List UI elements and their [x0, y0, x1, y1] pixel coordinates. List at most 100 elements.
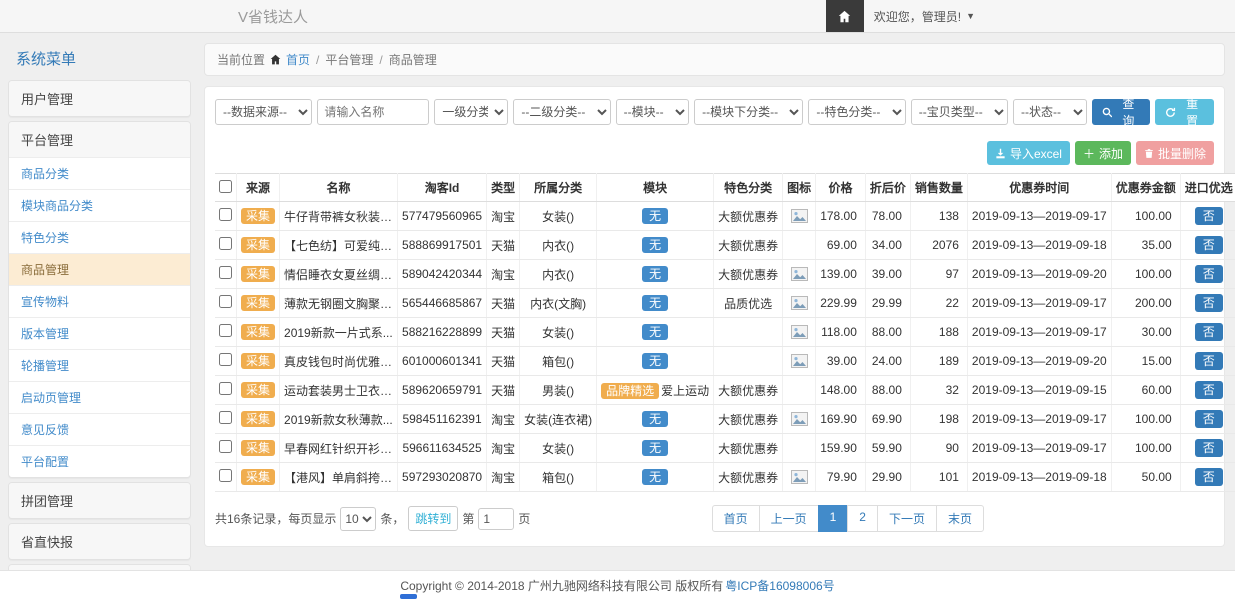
content-panel: --数据来源-- 一级分类--二级分类----模块----模块下分类----特色分…: [204, 86, 1225, 547]
import-select-button[interactable]: 否: [1195, 410, 1223, 428]
sidebar-subitem-特色分类[interactable]: 特色分类: [9, 221, 190, 253]
import-select-button[interactable]: 否: [1195, 294, 1223, 312]
import-select-button[interactable]: 否: [1195, 439, 1223, 457]
sidebar-subitem-版本管理[interactable]: 版本管理: [9, 317, 190, 349]
column-header-类型: 类型: [487, 174, 520, 202]
filter-select-feature-category[interactable]: --特色分类--: [808, 99, 905, 125]
page-button-首页[interactable]: 首页: [712, 505, 760, 532]
sidebar-menu: 用户管理平台管理商品分类模块商品分类特色分类商品管理宣传物料版本管理轮播管理启动…: [8, 80, 191, 570]
import-select-button[interactable]: 否: [1195, 236, 1223, 254]
sidebar-subitem-启动页管理[interactable]: 启动页管理: [9, 381, 190, 413]
column-header-销售数量: 销售数量: [910, 174, 967, 202]
sidebar-subitem-平台配置[interactable]: 平台配置: [9, 445, 190, 477]
filter-select-item-type[interactable]: --宝贝类型--: [911, 99, 1008, 125]
sidebar-item-用户管理[interactable]: 用户管理: [9, 81, 190, 116]
column-header-所属分类: 所属分类: [520, 174, 597, 202]
icp-link[interactable]: 粤ICP备16098006号: [725, 577, 834, 594]
breadcrumb-separator: /: [379, 53, 382, 67]
per-page-select[interactable]: 10: [340, 507, 376, 531]
coupon-time: 2019-09-13—2019-09-20: [967, 260, 1111, 289]
import-select-button[interactable]: 否: [1195, 352, 1223, 370]
page-button-1[interactable]: 1: [818, 505, 849, 532]
page-button-下一页[interactable]: 下一页: [877, 505, 937, 532]
import-select-button[interactable]: 否: [1195, 207, 1223, 225]
table-row: 采集2019新款一片式系...588216228899天猫女装()无118.00…: [215, 318, 1235, 347]
module-extra-label: 爱上运动: [661, 384, 709, 398]
import-select-button[interactable]: 否: [1195, 323, 1223, 341]
sales-count: 198: [910, 405, 967, 434]
sidebar-subitem-模块商品分类[interactable]: 模块商品分类: [9, 189, 190, 221]
source-badge: 采集: [241, 382, 275, 398]
image-icon: [791, 296, 808, 310]
scrollbar-thumb[interactable]: [400, 594, 417, 599]
breadcrumb-home-link[interactable]: 首页: [286, 51, 310, 68]
row-checkbox[interactable]: [219, 469, 232, 482]
reset-button[interactable]: 重置: [1155, 99, 1214, 125]
import-excel-button[interactable]: 导入excel: [987, 141, 1070, 165]
table-row: 采集薄款无钢圈文胸聚拢性...565446685867天猫内衣(文胸)无品质优选…: [215, 289, 1235, 318]
sidebar-subitem-商品分类[interactable]: 商品分类: [9, 157, 190, 189]
page-button-上一页[interactable]: 上一页: [759, 505, 819, 532]
sales-count: 32: [910, 376, 967, 405]
filter-select-data-source[interactable]: --数据来源--: [215, 99, 312, 125]
sidebar-item-拼团管理[interactable]: 拼团管理: [9, 483, 190, 518]
row-checkbox[interactable]: [219, 411, 232, 424]
sidebar-subitem-商品管理[interactable]: 商品管理: [9, 253, 190, 285]
filter-select-second-category[interactable]: --二级分类--: [513, 99, 610, 125]
row-checkbox[interactable]: [219, 324, 232, 337]
user-menu[interactable]: 欢迎您，管理员! ▼: [864, 8, 985, 25]
product-name: 早春网红针织开衫女春...: [280, 434, 398, 463]
page-button-2[interactable]: 2: [847, 505, 878, 532]
module-cell: 无: [597, 231, 714, 260]
import-select-button[interactable]: 否: [1195, 265, 1223, 283]
coupon-time: 2019-09-13—2019-09-17: [967, 289, 1111, 318]
filter-input-name[interactable]: [317, 99, 429, 125]
column-header-进口优选: 进口优选: [1180, 174, 1235, 202]
row-checkbox[interactable]: [219, 353, 232, 366]
jump-button[interactable]: 跳转到: [408, 506, 458, 531]
sales-count: 101: [910, 463, 967, 492]
home-icon[interactable]: [826, 0, 864, 32]
row-checkbox[interactable]: [219, 440, 232, 453]
filter-select-module-subcategory[interactable]: --模块下分类--: [694, 99, 803, 125]
feature-category: [714, 347, 783, 376]
module-cell: 无: [597, 405, 714, 434]
select-all-checkbox[interactable]: [219, 180, 232, 193]
add-button[interactable]: ＋ 添加: [1075, 141, 1131, 165]
sidebar-item-省直快报[interactable]: 省直快报: [9, 524, 190, 559]
page-button-末页[interactable]: 末页: [936, 505, 984, 532]
row-checkbox[interactable]: [219, 237, 232, 250]
row-checkbox[interactable]: [219, 295, 232, 308]
top-bar: V省钱达人 欢迎您，管理员! ▼: [0, 0, 1235, 33]
sales-count: 2076: [910, 231, 967, 260]
batch-delete-button[interactable]: 批量删除: [1136, 141, 1214, 165]
coupon-amount: 15.00: [1111, 347, 1180, 376]
sidebar-subitem-意见反馈[interactable]: 意见反馈: [9, 413, 190, 445]
sidebar-item-平台管理[interactable]: 平台管理: [9, 122, 190, 157]
row-checkbox[interactable]: [219, 266, 232, 279]
import-select-button[interactable]: 否: [1195, 468, 1223, 486]
row-checkbox[interactable]: [219, 208, 232, 221]
sidebar-subitem-轮播管理[interactable]: 轮播管理: [9, 349, 190, 381]
main-layout: 系统菜单 用户管理平台管理商品分类模块商品分类特色分类商品管理宣传物料版本管理轮…: [0, 33, 1235, 570]
query-button[interactable]: 查询: [1092, 99, 1151, 125]
sales-count: 138: [910, 202, 967, 231]
coupon-time: 2019-09-13—2019-09-17: [967, 318, 1111, 347]
filter-select-first-category[interactable]: 一级分类: [434, 99, 508, 125]
row-checkbox[interactable]: [219, 382, 232, 395]
import-select-button[interactable]: 否: [1195, 381, 1223, 399]
price: 118.00: [816, 318, 866, 347]
filter-select-module[interactable]: --模块--: [616, 99, 690, 125]
module-none-badge: 无: [642, 440, 668, 456]
price: 148.00: [816, 376, 866, 405]
filter-select-status[interactable]: --状态--: [1013, 99, 1087, 125]
table-row: 采集【港风】单肩斜挎链条...597293020870淘宝箱包()无大额优惠券7…: [215, 463, 1235, 492]
page-jump-input[interactable]: [478, 508, 514, 530]
image-icon: [791, 470, 808, 484]
product-category: 内衣(文胸): [520, 289, 597, 318]
sidebar-panel: 用户管理: [8, 80, 191, 117]
sidebar-subitem-宣传物料[interactable]: 宣传物料: [9, 285, 190, 317]
icon-cell: [783, 376, 816, 405]
product-category: 箱包(): [520, 463, 597, 492]
table-header-row: 来源名称淘客Id类型所属分类模块特色分类图标价格折后价销售数量优惠券时间优惠券金…: [215, 174, 1235, 202]
